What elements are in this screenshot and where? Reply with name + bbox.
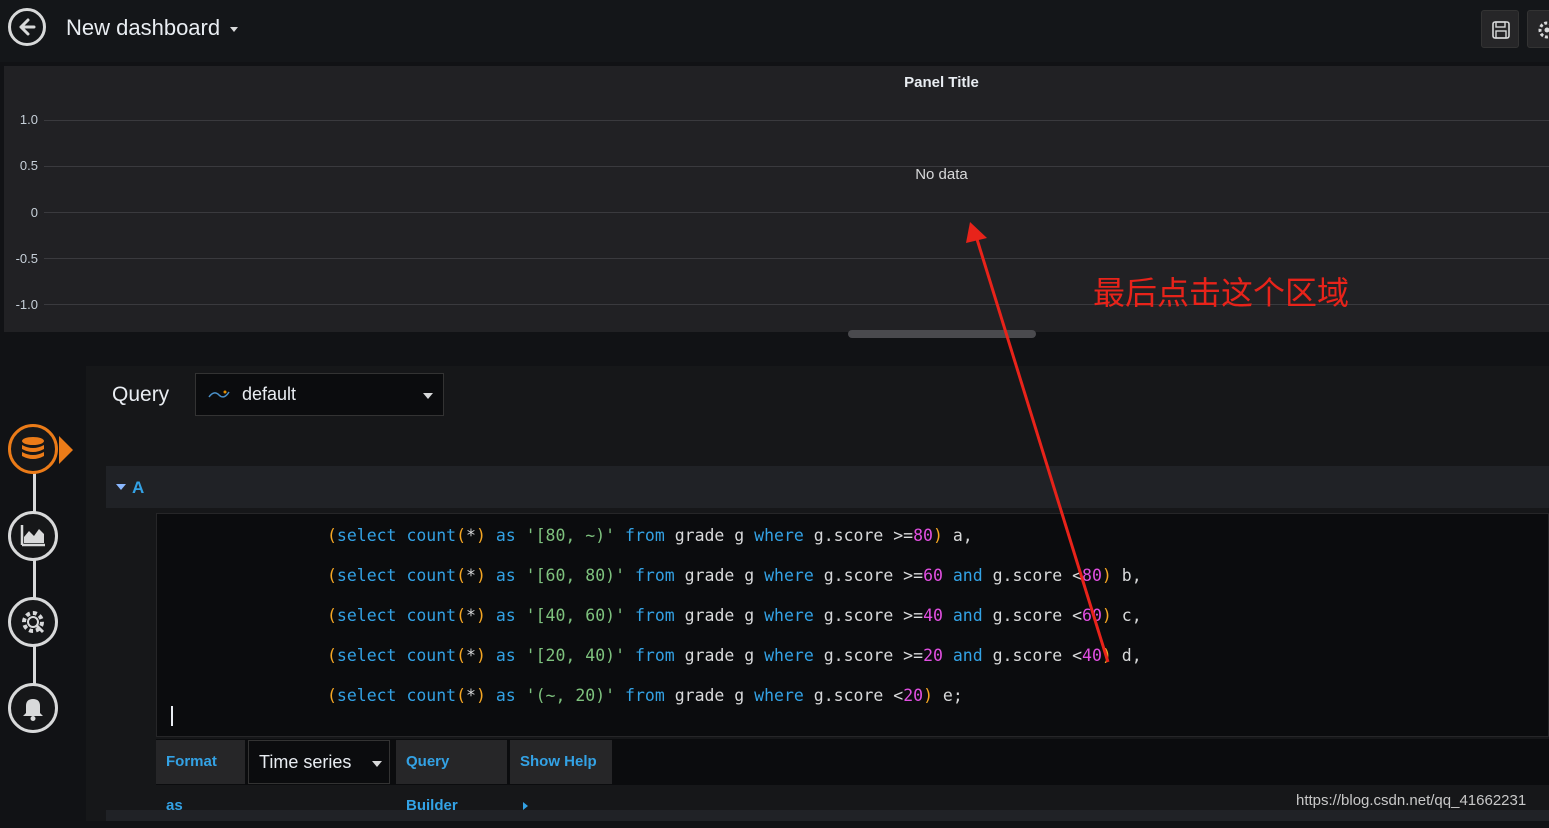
- code-line: (select count(*) as '[60, 80)' from grad…: [168, 566, 1142, 585]
- dashboard-title-dropdown[interactable]: New dashboard: [66, 15, 238, 41]
- panel-header[interactable]: Panel Title: [4, 66, 1549, 96]
- area-chart-icon: [18, 521, 48, 551]
- mysql-logo-icon: [208, 387, 230, 401]
- y-axis-tick: -0.5: [4, 251, 38, 266]
- save-dashboard-button[interactable]: [1481, 10, 1519, 48]
- panel-title: Panel Title: [4, 74, 1549, 91]
- caret-down-icon: [230, 27, 238, 32]
- datasource-select[interactable]: default: [195, 373, 444, 416]
- code-line: (select count(*) as '[40, 60)' from grad…: [168, 606, 1142, 625]
- step-general[interactable]: [8, 597, 58, 647]
- format-as-select[interactable]: Time series: [248, 740, 390, 784]
- query-section-title: Query: [112, 383, 169, 407]
- gridline: [44, 258, 1549, 259]
- format-as-value: Time series: [259, 752, 351, 773]
- show-help-button[interactable]: Show Help: [510, 740, 612, 784]
- dashboard-title: New dashboard: [66, 15, 220, 40]
- code-line: (select count(*) as '[20, 40)' from grad…: [168, 646, 1142, 665]
- y-axis-tick: 0: [4, 205, 38, 220]
- database-icon: [18, 434, 48, 464]
- save-icon: [1482, 11, 1520, 49]
- query-row-header[interactable]: [106, 466, 1549, 508]
- active-step-pointer: [59, 436, 73, 464]
- gridline: [44, 120, 1549, 121]
- back-button[interactable]: [8, 8, 46, 46]
- gridline: [44, 212, 1549, 213]
- datasource-value: default: [242, 384, 296, 405]
- y-axis-tick: -1.0: [4, 297, 38, 312]
- format-as-label: Format as: [156, 740, 245, 784]
- show-help-label: Show Help: [520, 753, 597, 770]
- caret-down-icon: [372, 761, 382, 767]
- gear-icon: [18, 607, 48, 637]
- gear-icon: [1528, 11, 1549, 49]
- step-visualization[interactable]: [8, 511, 58, 561]
- caret-right-icon: [523, 802, 528, 810]
- text-cursor: [171, 706, 173, 726]
- no-data-message: No data: [4, 166, 1549, 183]
- collapse-caret-icon[interactable]: [116, 484, 126, 490]
- arrow-left-icon: [16, 16, 38, 38]
- step-query[interactable]: [8, 424, 58, 474]
- caret-down-icon: [423, 393, 433, 399]
- next-row-edge: [106, 810, 1549, 821]
- code-line: (select count(*) as '(~, 20)' from grade…: [168, 686, 963, 705]
- step-alert[interactable]: [8, 683, 58, 733]
- y-axis-tick: 1.0: [4, 112, 38, 127]
- dashboard-settings-button[interactable]: [1527, 10, 1549, 48]
- code-line: (select count(*) as '[80, ~)' from grade…: [168, 526, 973, 545]
- watermark-url: https://blog.csdn.net/qq_41662231: [1296, 792, 1526, 809]
- panel-resize-handle[interactable]: [848, 330, 1036, 338]
- query-builder-button[interactable]: Query Builder: [396, 740, 507, 784]
- annotation-text: 最后点击这个区域: [1093, 268, 1349, 314]
- query-ref-id[interactable]: A: [132, 478, 144, 498]
- bell-icon: [18, 693, 48, 723]
- steps-connector: [33, 470, 36, 710]
